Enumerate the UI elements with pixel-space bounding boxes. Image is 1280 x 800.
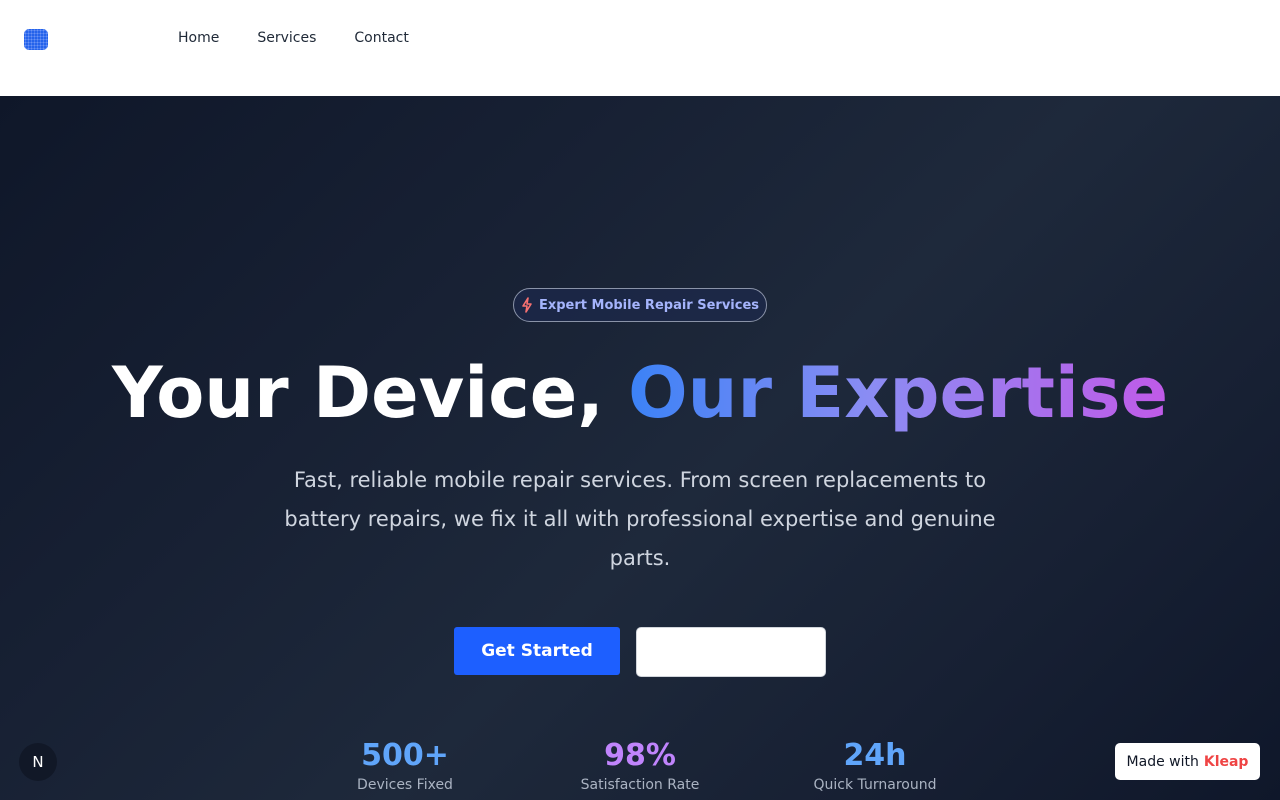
made-with-kleap-badge[interactable]: Made with Kleap (1115, 743, 1260, 780)
hero-badge: Expert Mobile Repair Services (513, 288, 767, 322)
main-nav: Home Services Contact (178, 29, 409, 47)
headline-plain: Your Device, (111, 352, 629, 434)
secondary-button[interactable] (636, 627, 826, 677)
stat-label: Satisfaction Rate (580, 777, 700, 793)
stat-satisfaction-rate: 98% Satisfaction Rate (540, 738, 740, 795)
stat-devices-fixed: 500+ Devices Fixed (305, 738, 505, 795)
headline-gradient: Our Expertise (628, 352, 1169, 434)
nav-link-home[interactable]: Home (178, 29, 219, 47)
nextjs-indicator-button[interactable]: N (19, 743, 57, 781)
stat-label: Devices Fixed (357, 777, 453, 793)
hero-badge-text: Expert Mobile Repair Services (538, 297, 760, 313)
nav-link-services[interactable]: Services (257, 29, 316, 47)
stat-label: Quick Turnaround (813, 777, 937, 793)
kleap-brand-text: Kleap (1203, 753, 1249, 770)
hero-section: Expert Mobile Repair Services Your Devic… (0, 96, 1280, 800)
made-with-text: Made with (1126, 753, 1199, 770)
stat-quick-turnaround: 24h Quick Turnaround (775, 738, 975, 795)
nav-link-contact[interactable]: Contact (354, 29, 408, 47)
stat-value: 24h (843, 738, 907, 773)
stat-value: 500+ (361, 738, 449, 773)
hero-subtitle: Fast, reliable mobile repair services. F… (284, 468, 996, 570)
logo-icon[interactable] (24, 29, 48, 50)
get-started-button[interactable]: Get Started (454, 627, 620, 675)
stat-value: 98% (604, 738, 676, 773)
hero-headline: Your Device, Our Expertise (0, 348, 1280, 438)
site-header: Home Services Contact (0, 0, 1280, 96)
lightning-bolt-icon (522, 297, 532, 313)
